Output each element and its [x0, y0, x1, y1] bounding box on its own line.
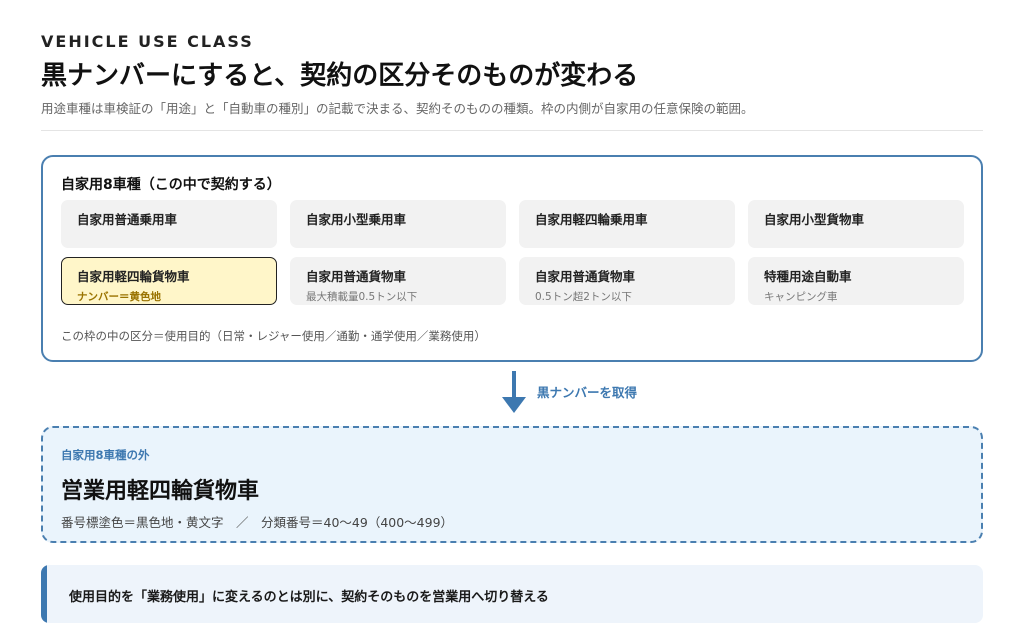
- class-card-name: 自家用普通貨物車: [306, 269, 407, 284]
- class-card-private-small-cargo: 自家用小型貨物車: [748, 200, 964, 248]
- callout-accent-bar: [41, 565, 47, 623]
- business-class-detail: 番号標塗色＝黒色地・黄文字 ／ 分類番号＝40〜49（400〜499）: [61, 515, 454, 530]
- class-card-private-standard-passenger: 自家用普通乗用車: [61, 200, 277, 248]
- class-card-name: 自家用普通貨物車: [535, 269, 636, 284]
- class-card-sub: キャンピング車: [764, 291, 838, 303]
- class-card-sub: 0.5トン超2トン以下: [535, 291, 632, 303]
- business-class-title: 営業用軽四輪貨物車: [61, 479, 260, 504]
- class-card-name: 自家用軽四輪貨物車: [77, 269, 190, 284]
- business-class-box: 自家用8車種の外 営業用軽四輪貨物車 番号標塗色＝黒色地・黄文字 ／ 分類番号＝…: [41, 426, 983, 543]
- class-card-private-small-passenger: 自家用小型乗用車: [290, 200, 506, 248]
- class-card-name: 自家用普通乗用車: [77, 212, 178, 227]
- private-classes-grid: 自家用普通乗用車 自家用小型乗用車 自家用軽四輪乗用車 自家用小型貨物車 自家用…: [61, 200, 966, 305]
- private-classes-note: この枠の中の区分＝使用目的（日常・レジャー使用／通勤・通学使用／業務使用）: [61, 329, 486, 343]
- page-title: 黒ナンバーにすると、契約の区分そのものが変わる: [41, 61, 639, 91]
- eyebrow-label: VEHICLE USE CLASS: [41, 32, 254, 51]
- class-card-private-kei-passenger: 自家用軽四輪乗用車: [519, 200, 735, 248]
- callout-text: 使用目的を「業務使用」に変えるのとは別に、契約そのものを営業用へ切り替える: [69, 590, 549, 605]
- class-card-name: 特種用途自動車: [764, 269, 852, 284]
- class-card-name: 自家用軽四輪乗用車: [535, 212, 648, 227]
- header-divider: [41, 130, 983, 131]
- arrow-down-icon-svg: [502, 371, 526, 413]
- business-outside-label: 自家用8車種の外: [61, 448, 150, 462]
- private-classes-box: 自家用8車種（この中で契約する） 自家用普通乗用車 自家用小型乗用車 自家用軽四…: [41, 155, 983, 362]
- page-subtitle: 用途車種は車検証の「用途」と「自動車の種別」の記載で決まる、契約そのものの種類。…: [41, 101, 754, 116]
- private-classes-title: 自家用8車種（この中で契約する）: [61, 177, 281, 193]
- transition-label: 黒ナンバーを取得: [537, 385, 638, 400]
- class-card-name: 自家用小型貨物車: [764, 212, 865, 227]
- class-card-sub: ナンバー＝黄色地: [77, 291, 161, 303]
- class-card-sub: 最大積載量0.5トン以下: [306, 291, 418, 303]
- class-card-private-kei-cargo-highlighted: 自家用軽四輪貨物車 ナンバー＝黄色地: [61, 257, 277, 305]
- class-card-name: 自家用小型乗用車: [306, 212, 407, 227]
- class-card-special-purpose: 特種用途自動車 キャンピング車: [748, 257, 964, 305]
- class-card-private-standard-cargo-light: 自家用普通貨物車 最大積載量0.5トン以下: [290, 257, 506, 305]
- arrow-down-icon: [499, 371, 529, 415]
- class-card-private-standard-cargo-heavy: 自家用普通貨物車 0.5トン超2トン以下: [519, 257, 735, 305]
- callout-box: 使用目的を「業務使用」に変えるのとは別に、契約そのものを営業用へ切り替える: [41, 565, 983, 623]
